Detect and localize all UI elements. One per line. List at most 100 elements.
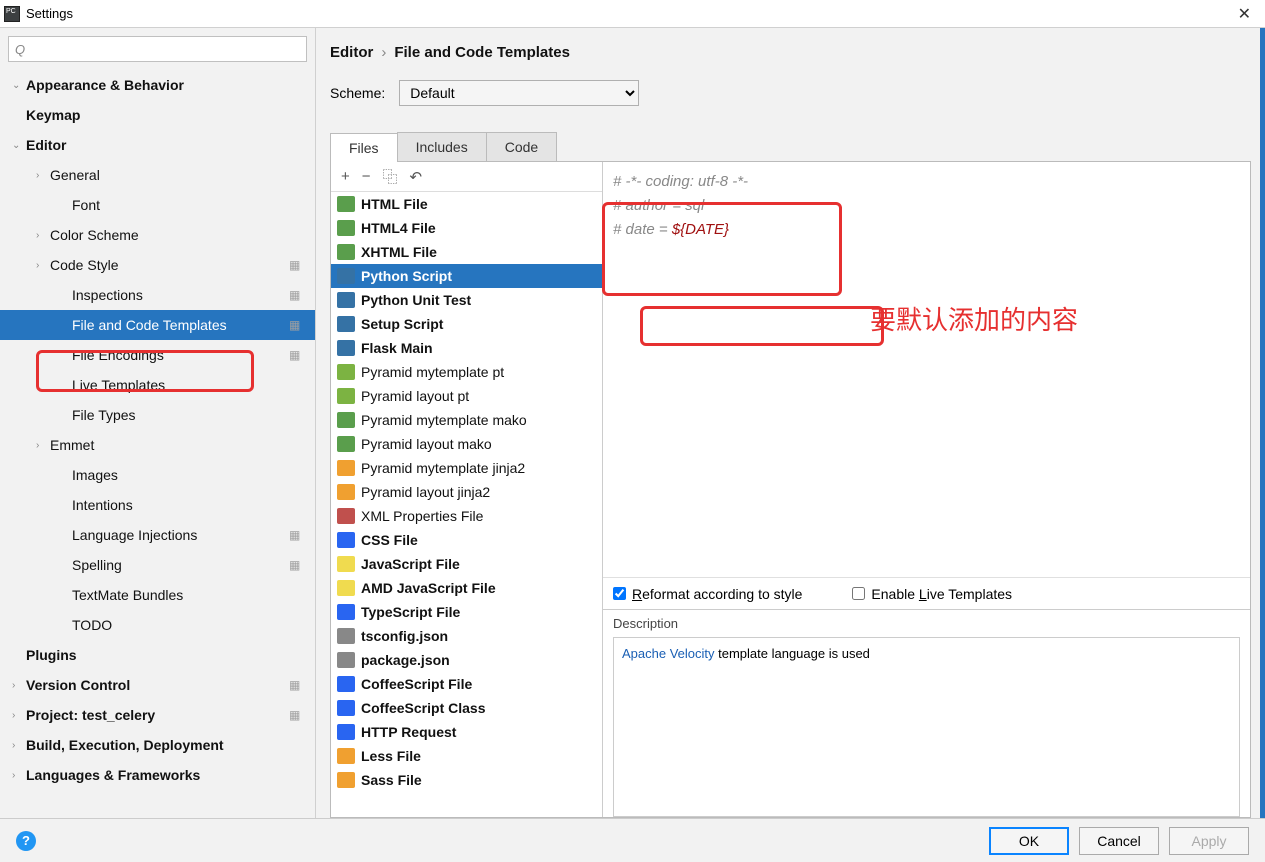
template-label: HTTP Request bbox=[361, 724, 456, 740]
sidebar-item-file-types[interactable]: File Types bbox=[0, 400, 315, 430]
dialog-footer: ? OK Cancel Apply bbox=[0, 818, 1265, 862]
template-label: TypeScript File bbox=[361, 604, 460, 620]
template-python-script[interactable]: Python Script bbox=[331, 264, 602, 288]
template-tsconfig-json[interactable]: tsconfig.json bbox=[331, 624, 602, 648]
sidebar-item-keymap[interactable]: Keymap bbox=[0, 100, 315, 130]
chevron-right-icon: › bbox=[381, 44, 386, 61]
breadcrumb-parent[interactable]: Editor bbox=[330, 44, 373, 61]
tab-includes[interactable]: Includes bbox=[397, 132, 487, 161]
sidebar-item-appearance-behavior[interactable]: ⌄Appearance & Behavior bbox=[0, 70, 315, 100]
template-label: XML Properties File bbox=[361, 508, 483, 524]
template-xml-properties-file[interactable]: XML Properties File bbox=[331, 504, 602, 528]
file-icon bbox=[337, 292, 355, 308]
sidebar-item-label: Images bbox=[72, 467, 315, 483]
sidebar-item-images[interactable]: Images bbox=[0, 460, 315, 490]
description-label: Description bbox=[613, 616, 1240, 631]
template-http-request[interactable]: HTTP Request bbox=[331, 720, 602, 744]
template-html-file[interactable]: HTML File bbox=[331, 192, 602, 216]
template-pyramid-mytemplate-jinja2[interactable]: Pyramid mytemplate jinja2 bbox=[331, 456, 602, 480]
template-setup-script[interactable]: Setup Script bbox=[331, 312, 602, 336]
template-html4-file[interactable]: HTML4 File bbox=[331, 216, 602, 240]
enable-live-checkbox[interactable]: Enable Live Templates bbox=[852, 586, 1012, 602]
template-label: Setup Script bbox=[361, 316, 443, 332]
sidebar-item-build-execution-deployment[interactable]: ›Build, Execution, Deployment bbox=[0, 730, 315, 760]
chevron-icon: › bbox=[12, 770, 26, 781]
add-button[interactable]: + bbox=[341, 168, 350, 185]
remove-button[interactable]: − bbox=[362, 168, 371, 185]
template-code-editor[interactable]: # -*- coding: utf-8 -*- # author = sql #… bbox=[603, 162, 1250, 577]
sidebar-item-textmate-bundles[interactable]: TextMate Bundles bbox=[0, 580, 315, 610]
sidebar-item-editor[interactable]: ⌄Editor bbox=[0, 130, 315, 160]
sidebar-item-language-injections[interactable]: Language Injections▦ bbox=[0, 520, 315, 550]
template-xhtml-file[interactable]: XHTML File bbox=[331, 240, 602, 264]
template-javascript-file[interactable]: JavaScript File bbox=[331, 552, 602, 576]
sidebar-item-live-templates[interactable]: Live Templates bbox=[0, 370, 315, 400]
template-flask-main[interactable]: Flask Main bbox=[331, 336, 602, 360]
file-icon bbox=[337, 748, 355, 764]
template-amd-javascript-file[interactable]: AMD JavaScript File bbox=[331, 576, 602, 600]
search-input[interactable] bbox=[8, 36, 307, 62]
copy-button[interactable]: ⿻ bbox=[383, 166, 398, 187]
file-icon bbox=[337, 676, 355, 692]
sidebar-item-todo[interactable]: TODO bbox=[0, 610, 315, 640]
template-pyramid-mytemplate-pt[interactable]: Pyramid mytemplate pt bbox=[331, 360, 602, 384]
sidebar-item-label: Code Style bbox=[50, 257, 289, 273]
template-package-json[interactable]: package.json bbox=[331, 648, 602, 672]
file-icon bbox=[337, 484, 355, 500]
template-sass-file[interactable]: Sass File bbox=[331, 768, 602, 792]
sidebar-item-color-scheme[interactable]: ›Color Scheme bbox=[0, 220, 315, 250]
template-label: AMD JavaScript File bbox=[361, 580, 496, 596]
sidebar-item-plugins[interactable]: Plugins bbox=[0, 640, 315, 670]
tab-code[interactable]: Code bbox=[486, 132, 557, 161]
scheme-select[interactable]: Default bbox=[399, 80, 639, 106]
close-icon[interactable]: ✕ bbox=[1228, 4, 1261, 24]
tab-files[interactable]: Files bbox=[330, 133, 398, 162]
sidebar-item-code-style[interactable]: ›Code Style▦ bbox=[0, 250, 315, 280]
template-coffeescript-file[interactable]: CoffeeScript File bbox=[331, 672, 602, 696]
sidebar-item-emmet[interactable]: ›Emmet bbox=[0, 430, 315, 460]
sidebar-item-inspections[interactable]: Inspections▦ bbox=[0, 280, 315, 310]
apply-button[interactable]: Apply bbox=[1169, 827, 1249, 855]
undo-button[interactable]: ↶ bbox=[410, 168, 423, 186]
code-line: # author = sql bbox=[613, 194, 1240, 218]
annotation-text: 要默认添加的内容 bbox=[870, 300, 1078, 337]
template-pyramid-layout-jinja2[interactable]: Pyramid layout jinja2 bbox=[331, 480, 602, 504]
gear-icon: ▦ bbox=[289, 258, 305, 272]
gear-icon: ▦ bbox=[289, 678, 305, 692]
help-icon[interactable]: ? bbox=[16, 831, 36, 851]
template-less-file[interactable]: Less File bbox=[331, 744, 602, 768]
template-label: XHTML File bbox=[361, 244, 437, 260]
sidebar-item-project-test-celery[interactable]: ›Project: test_celery▦ bbox=[0, 700, 315, 730]
sidebar-item-file-encodings[interactable]: File Encodings▦ bbox=[0, 340, 315, 370]
sidebar-item-languages-frameworks[interactable]: ›Languages & Frameworks bbox=[0, 760, 315, 790]
template-pyramid-mytemplate-mako[interactable]: Pyramid mytemplate mako bbox=[331, 408, 602, 432]
sidebar-item-label: Spelling bbox=[72, 557, 289, 573]
reformat-checkbox[interactable]: Reformat according to style bbox=[613, 586, 802, 602]
cancel-button[interactable]: Cancel bbox=[1079, 827, 1159, 855]
file-icon bbox=[337, 364, 355, 380]
template-label: Pyramid mytemplate pt bbox=[361, 364, 504, 380]
sidebar-item-version-control[interactable]: ›Version Control▦ bbox=[0, 670, 315, 700]
sidebar-item-general[interactable]: ›General bbox=[0, 160, 315, 190]
file-icon bbox=[337, 508, 355, 524]
file-icon bbox=[337, 412, 355, 428]
sidebar-item-spelling[interactable]: Spelling▦ bbox=[0, 550, 315, 580]
template-python-unit-test[interactable]: Python Unit Test bbox=[331, 288, 602, 312]
sidebar-item-font[interactable]: Font bbox=[0, 190, 315, 220]
template-label: Less File bbox=[361, 748, 421, 764]
description-box: Apache Velocity template language is use… bbox=[613, 637, 1240, 817]
settings-sidebar: ⌄Appearance & BehaviorKeymap⌄Editor›Gene… bbox=[0, 28, 316, 818]
file-icon bbox=[337, 388, 355, 404]
template-pyramid-layout-pt[interactable]: Pyramid layout pt bbox=[331, 384, 602, 408]
file-icon bbox=[337, 580, 355, 596]
sidebar-item-intentions[interactable]: Intentions bbox=[0, 490, 315, 520]
template-css-file[interactable]: CSS File bbox=[331, 528, 602, 552]
ok-button[interactable]: OK bbox=[989, 827, 1069, 855]
template-typescript-file[interactable]: TypeScript File bbox=[331, 600, 602, 624]
sidebar-item-label: Live Templates bbox=[72, 377, 315, 393]
template-coffeescript-class[interactable]: CoffeeScript Class bbox=[331, 696, 602, 720]
sidebar-item-file-and-code-templates[interactable]: File and Code Templates▦ bbox=[0, 310, 315, 340]
description-link[interactable]: Apache Velocity bbox=[622, 646, 715, 661]
template-pyramid-layout-mako[interactable]: Pyramid layout mako bbox=[331, 432, 602, 456]
template-label: Flask Main bbox=[361, 340, 433, 356]
